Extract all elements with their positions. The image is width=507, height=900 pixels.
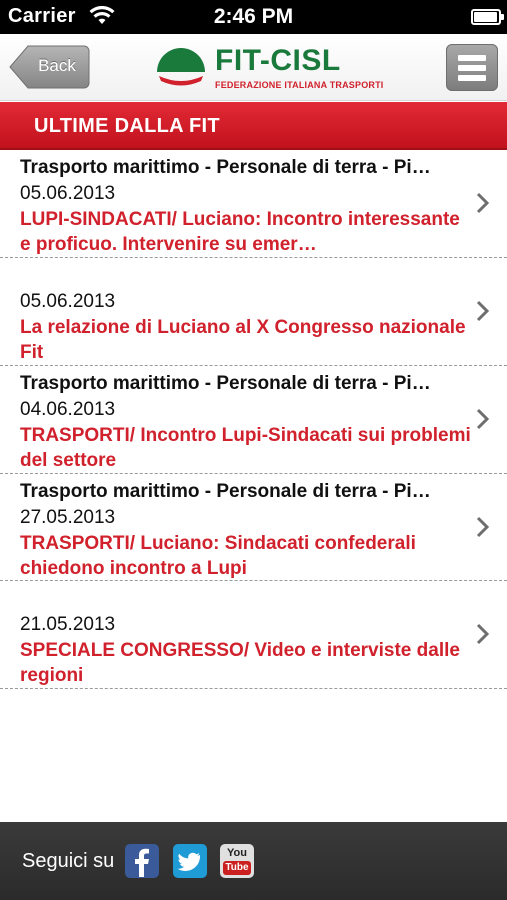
news-date: 05.06.2013	[20, 291, 116, 312]
menu-icon-bar	[458, 55, 486, 61]
chevron-right-icon	[476, 300, 490, 322]
nav-bar: Back FIT-CISL FEDERAZIONE ITALIANA TRASP…	[0, 34, 507, 101]
chevron-right-icon	[476, 516, 490, 538]
section-title: ULTIME DALLA FIT	[34, 115, 220, 137]
facebook-logo	[135, 848, 149, 877]
chevron-right-icon	[476, 408, 490, 430]
status-bar: Carrier 2:46 PM	[0, 0, 507, 34]
footer: Seguici su You Tube	[0, 822, 507, 900]
twitter-bird	[177, 852, 201, 872]
menu-icon-bar	[458, 65, 486, 71]
twitter-icon[interactable]	[173, 844, 207, 878]
news-category: Trasporto marittimo - Personale di terra…	[20, 157, 431, 178]
youtube-bottom-text: Tube	[223, 861, 251, 875]
facebook-icon[interactable]	[125, 844, 159, 878]
news-category: Trasporto marittimo - Personale di terra…	[20, 481, 431, 502]
youtube-icon[interactable]: You Tube	[220, 844, 254, 878]
logo-title: FIT-CISL	[215, 44, 341, 77]
back-button-label: Back	[38, 56, 76, 75]
news-item[interactable]: Trasporto marittimo - Personale di terra…	[0, 366, 507, 474]
follow-label: Seguici su	[22, 850, 115, 872]
news-item[interactable]: 21.05.2013 SPECIALE CONGRESSO/ Video e i…	[0, 581, 507, 689]
news-item[interactable]: Trasporto marittimo - Personale di terra…	[0, 474, 507, 581]
fit-cisl-logo: FIT-CISL FEDERAZIONE ITALIANA TRASPORTI	[153, 42, 383, 94]
chevron-right-icon	[476, 623, 490, 645]
news-item[interactable]: 05.06.2013 La relazione di Luciano al X …	[0, 258, 507, 366]
news-headline: La relazione di Luciano al X Congresso n…	[20, 317, 466, 363]
news-date: 21.05.2013	[20, 614, 116, 635]
logo-mark-icon	[157, 48, 205, 86]
clock-time: 2:46 PM	[213, 5, 294, 28]
back-button[interactable]: Back	[8, 44, 90, 90]
news-date: 04.06.2013	[20, 399, 116, 420]
logo-subtitle: FEDERAZIONE ITALIANA TRASPORTI	[215, 80, 384, 90]
news-category: Trasporto marittimo - Personale di terra…	[20, 373, 431, 394]
chevron-right-icon	[476, 192, 490, 214]
news-headline: TRASPORTI/ Incontro Lupi-Sindacati sui p…	[20, 425, 471, 471]
news-headline: SPECIALE CONGRESSO/ Video e interviste d…	[20, 640, 460, 686]
news-headline: LUPI-SINDACATI/ Luciano: Incontro intere…	[20, 209, 460, 255]
battery-icon	[471, 9, 504, 25]
news-date: 05.06.2013	[20, 183, 116, 204]
menu-icon-bar	[458, 75, 486, 81]
youtube-top-text: You	[227, 847, 247, 859]
section-header: ULTIME DALLA FIT	[0, 102, 507, 150]
news-item[interactable]: Trasporto marittimo - Personale di terra…	[0, 150, 507, 258]
news-headline: TRASPORTI/ Luciano: Sindacati confederal…	[20, 533, 416, 579]
menu-button[interactable]	[446, 44, 498, 91]
news-date: 27.05.2013	[20, 507, 116, 528]
